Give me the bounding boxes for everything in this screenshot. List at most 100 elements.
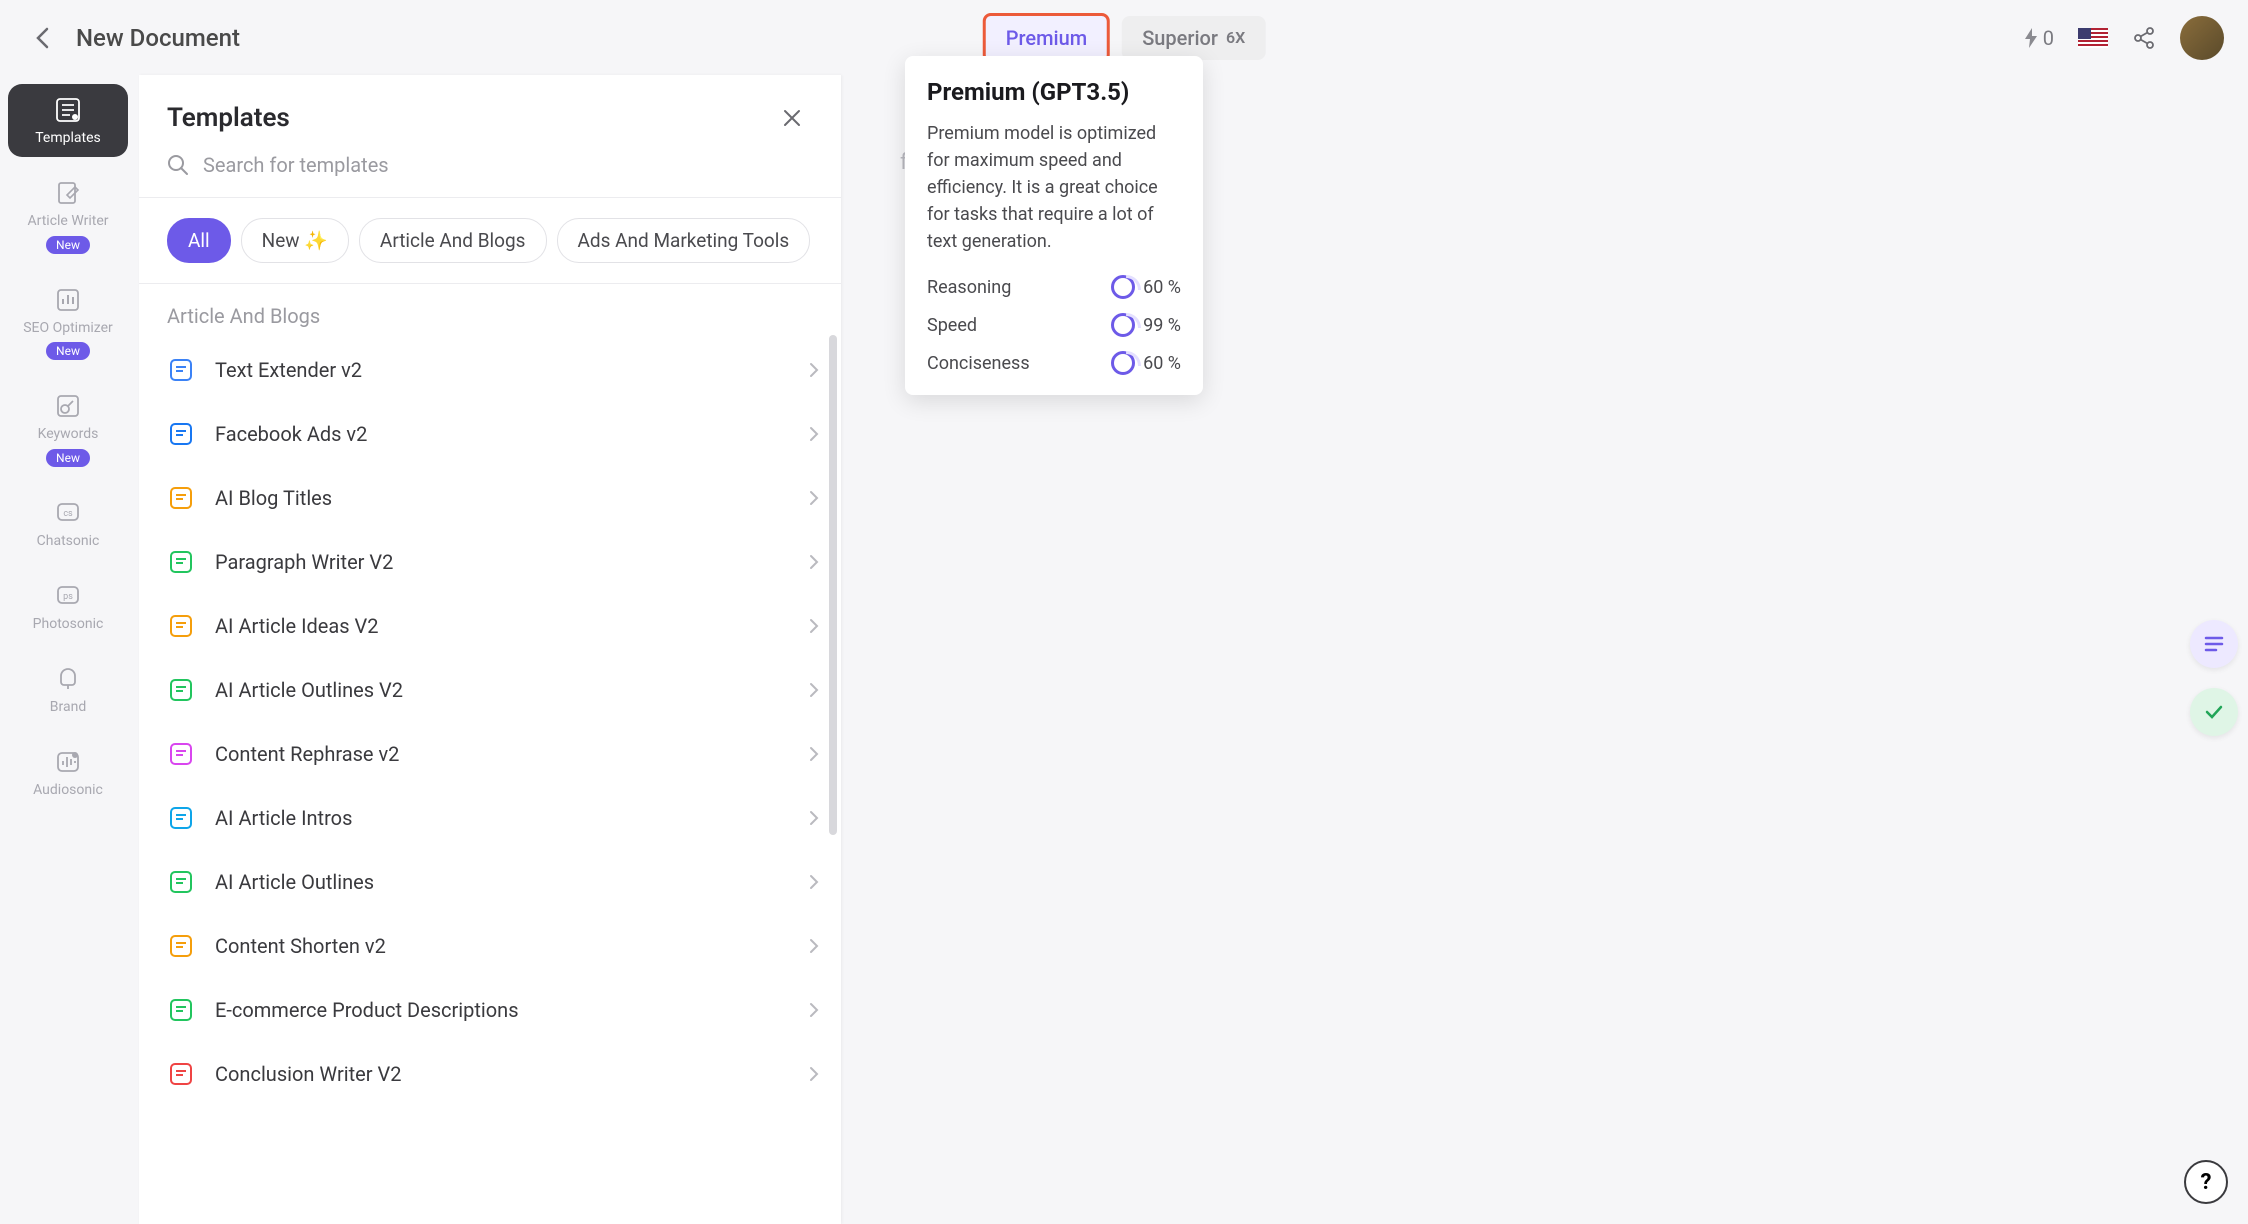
template-icon	[167, 868, 195, 896]
chevron-right-icon	[809, 426, 819, 442]
pencil-doc-icon	[55, 180, 81, 206]
check-float-button[interactable]	[2190, 688, 2238, 736]
flag-us-icon[interactable]	[2078, 28, 2108, 48]
credits-count[interactable]: 0	[2023, 26, 2054, 50]
template-name: AI Blog Titles	[215, 486, 809, 510]
avatar[interactable]	[2180, 16, 2224, 60]
share-icon[interactable]	[2132, 26, 2156, 50]
ring-icon	[1111, 313, 1135, 337]
ring-icon	[1111, 275, 1135, 299]
sidebar-item-photosonic[interactable]: ps Photosonic	[8, 570, 128, 643]
model-switcher: Premium Superior 6X	[983, 13, 1266, 63]
template-item[interactable]: E-commerce Product Descriptions	[155, 978, 831, 1042]
template-item[interactable]: Facebook Ads v2	[155, 402, 831, 466]
close-icon	[783, 109, 801, 127]
template-name: Paragraph Writer V2	[215, 550, 809, 574]
template-name: Content Shorten v2	[215, 934, 809, 958]
new-badge: New	[46, 449, 90, 467]
premium-popover: Premium (GPT3.5) Premium model is optimi…	[905, 56, 1203, 395]
outline-float-button[interactable]	[2190, 620, 2238, 668]
template-name: Facebook Ads v2	[215, 422, 809, 446]
chip-new[interactable]: New ✨	[241, 218, 349, 263]
template-name: AI Article Outlines V2	[215, 678, 809, 702]
sidebar-item-templates[interactable]: Templates	[8, 84, 128, 157]
scrollbar[interactable]	[829, 335, 837, 835]
svg-text:cs: cs	[63, 509, 73, 519]
check-icon	[2205, 705, 2223, 719]
chevron-right-icon	[809, 490, 819, 506]
sidebar-item-label: Chatsonic	[37, 533, 100, 550]
template-list[interactable]: Text Extender v2 Facebook Ads v2 AI Blog…	[139, 338, 841, 1224]
metric-value: 60 %	[1143, 277, 1181, 298]
template-icon	[167, 996, 195, 1024]
sidebar-item-audiosonic[interactable]: Audiosonic	[8, 736, 128, 809]
template-name: AI Article Ideas V2	[215, 614, 809, 638]
template-item[interactable]: AI Article Outlines	[155, 850, 831, 914]
svg-text:ps: ps	[63, 592, 73, 602]
template-icon	[167, 804, 195, 832]
template-name: Text Extender v2	[215, 358, 809, 382]
sidebar-item-label: Article Writer	[27, 213, 108, 230]
template-item[interactable]: Paragraph Writer V2	[155, 530, 831, 594]
popover-description: Premium model is optimized for maximum s…	[927, 120, 1181, 255]
premium-model-button[interactable]: Premium	[983, 13, 1110, 63]
credits-value: 0	[2043, 26, 2054, 50]
chevron-right-icon	[809, 554, 819, 570]
template-item[interactable]: Content Rephrase v2	[155, 722, 831, 786]
chevron-right-icon	[809, 1066, 819, 1082]
template-item[interactable]: Content Shorten v2	[155, 914, 831, 978]
superior-label: Superior	[1142, 26, 1218, 50]
metric-speed: Speed 99 %	[927, 313, 1181, 337]
help-button[interactable]: ?	[2184, 1160, 2228, 1204]
template-name: Conclusion Writer V2	[215, 1062, 809, 1086]
sidebar-item-chatsonic[interactable]: cs Chatsonic	[8, 487, 128, 560]
photo-icon: ps	[55, 583, 81, 609]
template-item[interactable]: AI Article Intros	[155, 786, 831, 850]
chevron-right-icon	[809, 810, 819, 826]
new-badge: New	[46, 342, 90, 360]
templates-icon	[55, 97, 81, 123]
chart-icon	[55, 287, 81, 313]
templates-panel: Templates All New ✨ Article And Blogs Ad…	[139, 75, 841, 1224]
chip-article-blogs[interactable]: Article And Blogs	[359, 218, 547, 263]
template-item[interactable]: AI Article Outlines V2	[155, 658, 831, 722]
panel-title: Templates	[167, 103, 290, 133]
back-button[interactable]	[24, 20, 60, 56]
template-item[interactable]: Text Extender v2	[155, 338, 831, 402]
chip-all[interactable]: All	[167, 218, 231, 263]
template-icon	[167, 740, 195, 768]
ring-icon	[1111, 351, 1135, 375]
sidebar-item-article-writer[interactable]: Article Writer New	[8, 167, 128, 264]
chip-ads-marketing[interactable]: Ads And Marketing Tools	[557, 218, 811, 263]
keywords-icon	[55, 393, 81, 419]
template-icon	[167, 484, 195, 512]
search-input[interactable]	[203, 153, 813, 177]
template-icon	[167, 676, 195, 704]
sidebar-item-label: Audiosonic	[33, 782, 103, 799]
metric-reasoning: Reasoning 60 %	[927, 275, 1181, 299]
chevron-right-icon	[809, 938, 819, 954]
chevron-left-icon	[35, 27, 49, 49]
filter-chips: All New ✨ Article And Blogs Ads And Mark…	[139, 198, 841, 284]
template-name: AI Article Intros	[215, 806, 809, 830]
superior-model-button[interactable]: Superior 6X	[1122, 16, 1265, 60]
template-icon	[167, 612, 195, 640]
chevron-right-icon	[809, 1002, 819, 1018]
sidebar-item-keywords[interactable]: Keywords New	[8, 380, 128, 477]
template-item[interactable]: Conclusion Writer V2	[155, 1042, 831, 1106]
close-button[interactable]	[783, 109, 813, 127]
template-item[interactable]: AI Article Ideas V2	[155, 594, 831, 658]
new-badge: New	[46, 236, 90, 254]
search-row	[139, 153, 841, 198]
header-actions: 0	[2023, 16, 2224, 60]
document-title[interactable]: New Document	[76, 24, 240, 52]
sidebar-item-seo[interactable]: SEO Optimizer New	[8, 274, 128, 371]
sidebar-item-label: Keywords	[38, 426, 99, 443]
search-icon	[167, 154, 189, 176]
sidebar-item-brand[interactable]: Brand	[8, 653, 128, 726]
template-item[interactable]: AI Blog Titles	[155, 466, 831, 530]
panel-header: Templates	[139, 75, 841, 153]
audio-icon	[55, 749, 81, 775]
bolt-icon	[2023, 28, 2039, 48]
template-name: E-commerce Product Descriptions	[215, 998, 809, 1022]
